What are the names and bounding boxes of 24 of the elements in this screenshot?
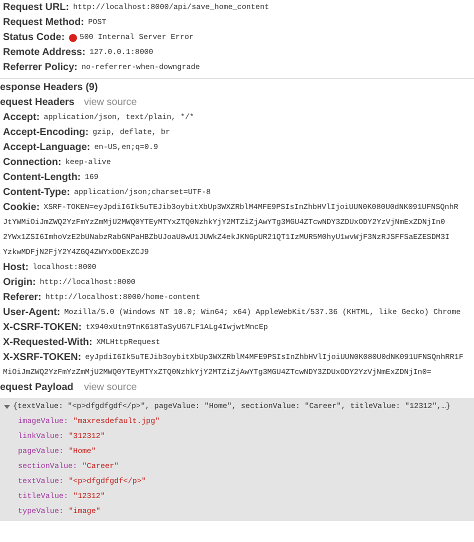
header-name: Referer:	[3, 292, 42, 303]
header-name: Content-Type:	[3, 187, 70, 198]
error-status-icon	[68, 34, 77, 42]
section-title[interactable]: equest Headers	[0, 96, 84, 110]
header-name: Connection:	[3, 157, 62, 168]
header-name: Request Method:	[3, 17, 84, 28]
header-name: Accept-Encoding:	[3, 127, 89, 138]
header-name: Status Code:	[3, 32, 65, 43]
header-name: Accept-Language:	[3, 142, 90, 153]
header-name: Remote Address:	[3, 47, 86, 58]
section-title[interactable]: equest Payload	[0, 380, 84, 394]
header-name: Accept:	[3, 112, 40, 123]
header-name: Request URL:	[3, 2, 70, 13]
header-name: Referrer Policy:	[3, 62, 78, 73]
header-name: User-Agent:	[3, 307, 60, 318]
header-name: Content-Length:	[3, 172, 81, 183]
header-name: Cookie:	[3, 202, 40, 213]
header-name: X-XSRF-TOKEN:	[3, 352, 82, 363]
disclosure-triangle-icon[interactable]	[4, 404, 10, 410]
header-name: Origin:	[3, 277, 36, 288]
header-name: X-Requested-With:	[3, 337, 92, 348]
section-title[interactable]: esponse Headers (9)	[0, 80, 98, 94]
header-name: X-CSRF-TOKEN:	[3, 322, 82, 333]
header-name: Host:	[3, 262, 29, 273]
